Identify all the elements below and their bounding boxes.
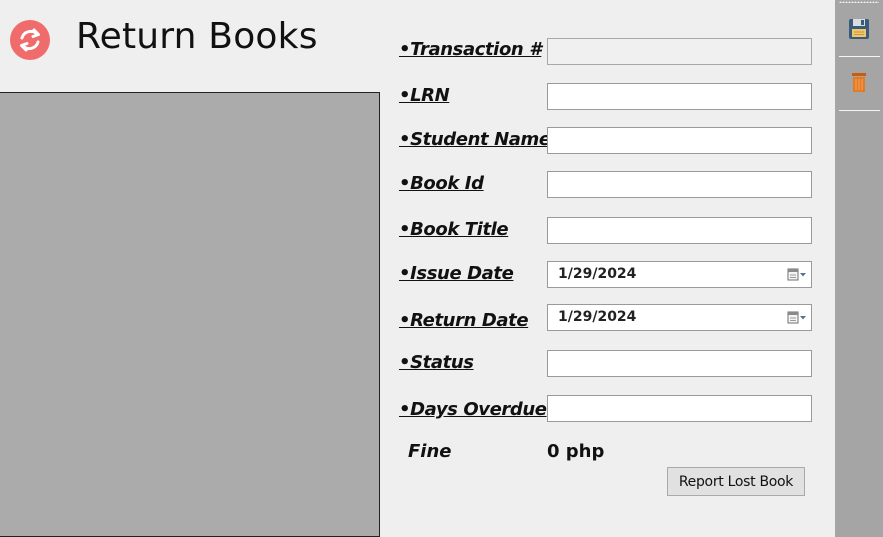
- book-id-field[interactable]: [547, 171, 812, 198]
- calendar-dropdown-icon[interactable]: [787, 310, 807, 326]
- book-title-field[interactable]: [547, 217, 812, 244]
- fine-value: 0 php: [547, 441, 605, 462]
- issue-date-value: 1/29/2024: [558, 266, 637, 282]
- days-overdue-label: •Days Overdue: [399, 399, 547, 420]
- transaction-label: •Transaction #: [399, 39, 542, 60]
- lrn-label: •LRN: [399, 85, 450, 106]
- issue-date-label: •Issue Date: [399, 263, 514, 284]
- days-overdue-field[interactable]: [547, 395, 812, 422]
- page-title: Return Books: [76, 16, 318, 57]
- book-preview-panel: [0, 92, 380, 537]
- calendar-dropdown-icon[interactable]: [787, 267, 807, 283]
- status-field[interactable]: [547, 350, 812, 377]
- return-date-value: 1/29/2024: [558, 309, 637, 325]
- transaction-field[interactable]: [547, 38, 812, 65]
- student-name-label: •Student Name: [399, 129, 551, 150]
- student-name-field[interactable]: [547, 127, 812, 154]
- status-label: •Status: [399, 352, 474, 373]
- return-arrows-icon: [10, 20, 50, 60]
- return-date-picker[interactable]: 1/29/2024: [547, 304, 812, 331]
- book-title-label: •Book Title: [399, 219, 509, 240]
- toolbar-separator: [839, 56, 880, 57]
- delete-trash-icon[interactable]: [847, 69, 871, 95]
- save-floppy-icon[interactable]: [847, 16, 871, 42]
- lrn-field[interactable]: [547, 83, 812, 110]
- fine-label: Fine: [408, 441, 452, 462]
- book-id-label: •Book Id: [399, 173, 484, 194]
- right-toolbar: [835, 0, 883, 537]
- toolbar-separator: [839, 110, 880, 111]
- toolbar-grip[interactable]: [839, 1, 879, 3]
- report-lost-book-button[interactable]: Report Lost Book: [667, 467, 805, 496]
- return-date-label: •Return Date: [399, 310, 529, 331]
- issue-date-picker[interactable]: 1/29/2024: [547, 261, 812, 288]
